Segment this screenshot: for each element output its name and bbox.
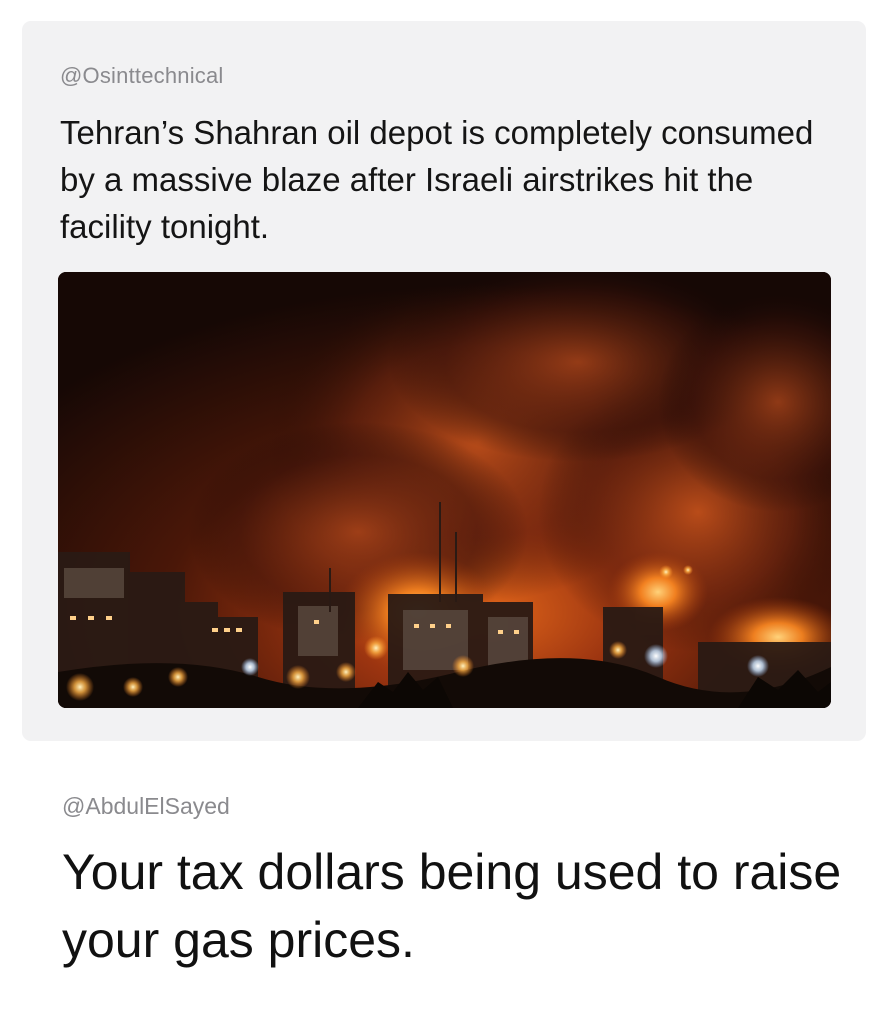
quoted-post-card[interactable]: @Osinttechnical Tehran’s Shahran oil dep… xyxy=(22,21,866,741)
reply-post-handle[interactable]: @AbdulElSayed xyxy=(62,793,230,820)
screenshot-page: @Osinttechnical Tehran’s Shahran oil dep… xyxy=(0,0,889,1023)
quoted-post-handle[interactable]: @Osinttechnical xyxy=(60,63,224,89)
quoted-post-image[interactable] xyxy=(58,272,831,708)
reply-post-text: Your tax dollars being used to raise you… xyxy=(62,844,842,968)
fire-cityscape-photo xyxy=(58,272,831,708)
quoted-post-text: Tehran’s Shahran oil depot is completely… xyxy=(60,114,814,245)
